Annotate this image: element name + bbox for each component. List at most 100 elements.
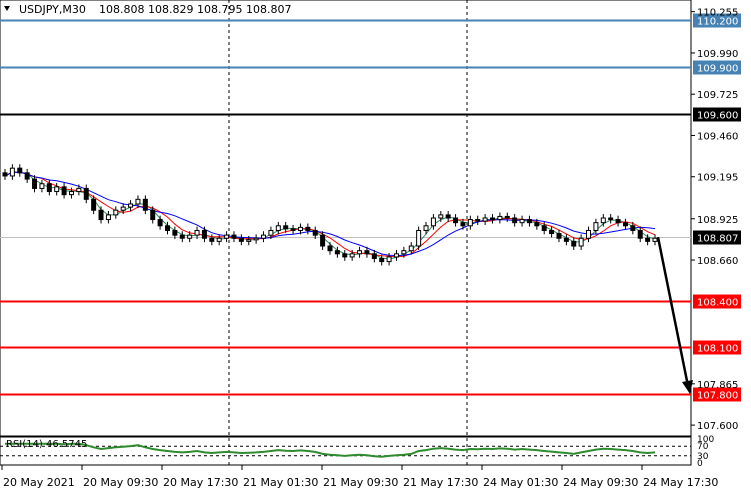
candle-body [275, 225, 281, 231]
main-plot-area[interactable] [0, 0, 692, 437]
candle-body [68, 191, 74, 196]
candle-body [231, 234, 237, 239]
candle-body [46, 183, 52, 193]
candle-body [556, 233, 562, 239]
candle-body [128, 203, 134, 208]
candle-body [32, 178, 38, 189]
candle-body [253, 237, 259, 241]
candle-body [24, 172, 30, 180]
candle-body [135, 198, 141, 205]
candle-body [297, 226, 303, 231]
candle-body [637, 229, 643, 239]
candle-body [76, 187, 82, 193]
price-tick-label: 108.925 [697, 215, 738, 226]
candle-body [408, 245, 414, 252]
candle-body [142, 198, 148, 211]
candle-body [150, 209, 156, 221]
candle-body [91, 198, 97, 211]
candle-body [283, 225, 289, 230]
level-price-label: 108.100 [697, 344, 738, 355]
candle-body [571, 240, 577, 247]
candle-body [305, 226, 311, 231]
time-label: 21 May 09:30 [323, 476, 398, 489]
candle-body [2, 172, 8, 177]
time-label: 20 May 09:30 [83, 476, 158, 489]
candle-body [187, 234, 193, 239]
time-label: 20 May 2021 [3, 476, 75, 489]
candle-body [622, 222, 628, 227]
candle-body [224, 234, 230, 239]
chart-symbol: USDJPY,M30 [19, 3, 86, 16]
candle-body [645, 237, 651, 242]
candle-body [268, 229, 274, 236]
candle-body [238, 237, 244, 242]
candle-body [357, 250, 363, 255]
candle-body [113, 209, 119, 216]
candle-body [423, 225, 429, 231]
candle-body [98, 209, 104, 221]
time-label: 21 May 01:30 [243, 476, 318, 489]
time-label: 24 May 01:30 [483, 476, 558, 489]
candle-body [490, 217, 495, 221]
level-price-label: 108.400 [697, 298, 738, 309]
candle-body [578, 237, 584, 247]
candle-body [393, 253, 399, 258]
price-tick-label: 109.990 [697, 49, 738, 60]
level-price-label: 109.900 [697, 64, 738, 75]
candle-body [600, 217, 606, 224]
candle-body [209, 237, 215, 242]
candle-body [9, 167, 15, 177]
price-tick-label: 108.660 [697, 256, 738, 267]
candle-body [342, 253, 348, 258]
level-price-label: 109.600 [697, 111, 738, 122]
candle-body [630, 225, 636, 231]
time-label: 24 May 09:30 [563, 476, 638, 489]
candle-body [201, 229, 207, 239]
rsi-tick-label: 70 [697, 442, 709, 452]
candle-body [652, 237, 658, 242]
candle-body [512, 217, 518, 224]
candle-body [586, 229, 592, 239]
candle-body [497, 215, 503, 221]
candle-body [549, 229, 555, 235]
candle-body [416, 229, 422, 247]
candle-body [194, 229, 200, 236]
candle-body [504, 215, 510, 219]
time-label: 24 May 17:30 [643, 476, 718, 489]
candle-body [615, 219, 621, 224]
candle-body [105, 214, 111, 221]
candle-body [165, 225, 170, 231]
candle-body [453, 217, 459, 224]
candle-body [445, 214, 451, 219]
candle-body [467, 219, 473, 227]
rsi-tick-label: 0 [697, 459, 703, 469]
candle-body [438, 214, 444, 219]
price-tick-label: 110.255 [697, 8, 738, 19]
candle-body [519, 219, 525, 224]
candle-body [593, 222, 599, 231]
time-label: 20 May 17:30 [163, 476, 238, 489]
rsi-label: RSI(14) 46.5745 [6, 439, 87, 450]
price-tick-label: 109.195 [697, 173, 738, 184]
candle-body [482, 217, 488, 222]
candle-body [172, 229, 178, 236]
candle-body [17, 167, 23, 174]
candle-body [54, 186, 60, 193]
current-price-label: 108.807 [697, 234, 738, 245]
candle-body [541, 225, 547, 231]
price-tick-label: 109.460 [697, 131, 738, 142]
candle-body [430, 217, 436, 227]
candle-body [334, 250, 340, 255]
candle-body [179, 234, 185, 239]
candle-body [608, 217, 614, 221]
candle-body [401, 250, 407, 255]
time-axis: 20 May 2021 20 May 09:30 20 May 17:30 21 Ma… [1, 465, 718, 489]
candle-body [327, 245, 333, 252]
price-chart[interactable]: 110.200109.900109.600108.400108.100107.8… [0, 0, 751, 501]
candle-body [246, 239, 252, 242]
candle-body [61, 186, 67, 196]
candle-body [563, 237, 569, 242]
candle-body [157, 219, 163, 227]
candle-body [312, 229, 318, 236]
price-tick-label: 107.600 [697, 421, 738, 432]
